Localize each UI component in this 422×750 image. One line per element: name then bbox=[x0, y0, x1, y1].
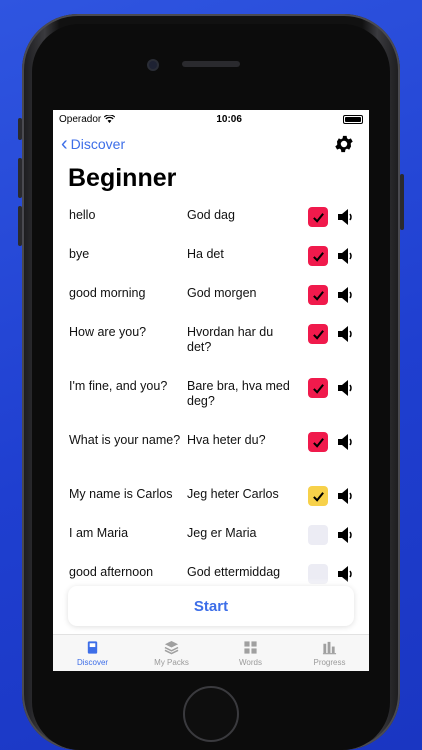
carrier-label: Operador bbox=[59, 113, 102, 125]
english-phrase: hello bbox=[69, 208, 96, 222]
checkmark-icon bbox=[312, 437, 324, 448]
list-item: I'm fine, and you? Bare bra, hva med deg… bbox=[53, 371, 369, 425]
norwegian-phrase: God dag bbox=[187, 208, 235, 222]
tab-progress[interactable]: Progress bbox=[290, 635, 369, 671]
learned-checkbox[interactable] bbox=[308, 432, 328, 452]
nav-bar: ‹ Discover bbox=[53, 128, 369, 160]
english-phrase: bye bbox=[69, 247, 90, 261]
speaker-icon[interactable] bbox=[337, 432, 353, 452]
speaker-icon[interactable] bbox=[337, 207, 353, 227]
english-phrase: What is your name? bbox=[69, 433, 181, 447]
norwegian-phrase: Bare bra, hva med deg? bbox=[187, 379, 290, 408]
checkmark-icon bbox=[312, 491, 324, 502]
norwegian-phrase: Jeg heter Carlos bbox=[187, 487, 279, 501]
tab-label: Discover bbox=[76, 657, 109, 667]
checkmark-icon bbox=[312, 290, 324, 301]
norwegian-phrase: Jeg er Maria bbox=[187, 526, 257, 540]
speaker-icon[interactable] bbox=[337, 324, 353, 344]
list-item: My name is Carlos Jeg heter Carlos bbox=[53, 479, 369, 518]
chart-icon bbox=[322, 641, 337, 654]
checkmark-icon bbox=[312, 383, 324, 394]
volume-up-button bbox=[18, 158, 22, 198]
learned-checkbox[interactable] bbox=[308, 246, 328, 266]
book-icon bbox=[87, 640, 98, 654]
mute-switch bbox=[18, 118, 22, 140]
checkmark-icon bbox=[312, 329, 324, 340]
english-phrase: good morning bbox=[69, 286, 146, 300]
list-item: hello God dag bbox=[53, 200, 369, 239]
clock: 10:06 bbox=[216, 113, 242, 125]
gear-icon[interactable] bbox=[333, 133, 355, 155]
app-screen: Operador 10:06 ‹ Discover Beginner hello… bbox=[53, 110, 369, 671]
battery-icon bbox=[342, 114, 363, 124]
learned-checkbox[interactable] bbox=[308, 324, 328, 344]
wifi-icon bbox=[104, 115, 116, 123]
learned-checkbox[interactable] bbox=[308, 378, 328, 398]
back-label: Discover bbox=[70, 136, 126, 152]
tab-label: Words bbox=[239, 657, 262, 667]
list-item: How are you? Hvordan har du det? bbox=[53, 317, 369, 371]
power-button bbox=[400, 174, 404, 230]
start-button[interactable]: Start bbox=[68, 586, 354, 626]
norwegian-phrase: Hvordan har du det? bbox=[187, 325, 274, 354]
front-camera bbox=[147, 59, 159, 71]
norwegian-phrase: Ha det bbox=[187, 247, 224, 261]
tab-discover[interactable]: Discover bbox=[53, 635, 132, 671]
english-phrase: I'm fine, and you? bbox=[69, 379, 168, 393]
norwegian-phrase: Hva heter du? bbox=[187, 433, 266, 447]
tab-bar: Discover My Packs Words Progress bbox=[53, 634, 369, 671]
list-item: What is your name? Hva heter du? bbox=[53, 425, 369, 479]
carrier-group: Operador bbox=[59, 113, 116, 125]
tab-words[interactable]: Words bbox=[211, 635, 290, 671]
grid-icon bbox=[244, 640, 257, 654]
checkmark-icon bbox=[312, 212, 324, 223]
speaker-icon[interactable] bbox=[337, 246, 353, 266]
speaker-icon[interactable] bbox=[337, 378, 353, 398]
tab-label: My Packs bbox=[154, 657, 189, 667]
chevron-left-icon: ‹ bbox=[61, 133, 68, 155]
learned-checkbox[interactable] bbox=[308, 285, 328, 305]
learned-checkbox[interactable] bbox=[308, 525, 328, 545]
layers-icon bbox=[164, 640, 179, 654]
norwegian-phrase: God morgen bbox=[187, 286, 257, 300]
english-phrase: My name is Carlos bbox=[69, 487, 173, 501]
page-title: Beginner bbox=[68, 164, 177, 192]
tab-my-packs[interactable]: My Packs bbox=[132, 635, 211, 671]
english-phrase: I am Maria bbox=[69, 526, 129, 540]
tab-label: Progress bbox=[313, 657, 346, 667]
speaker-icon[interactable] bbox=[337, 285, 353, 305]
speaker-icon[interactable] bbox=[337, 486, 353, 506]
list-item: bye Ha det bbox=[53, 239, 369, 278]
learned-checkbox[interactable] bbox=[308, 486, 328, 506]
volume-down-button bbox=[18, 206, 22, 246]
list-item: I am Maria Jeg er Maria bbox=[53, 518, 369, 557]
learned-checkbox[interactable] bbox=[308, 207, 328, 227]
english-phrase: How are you? bbox=[69, 325, 147, 339]
list-item: good morning God morgen bbox=[53, 278, 369, 317]
earpiece-speaker bbox=[182, 61, 240, 67]
status-bar: Operador 10:06 bbox=[53, 110, 369, 128]
back-button[interactable]: ‹ Discover bbox=[61, 134, 125, 154]
home-button[interactable] bbox=[183, 686, 239, 742]
checkmark-icon bbox=[312, 251, 324, 262]
speaker-icon[interactable] bbox=[337, 525, 353, 545]
